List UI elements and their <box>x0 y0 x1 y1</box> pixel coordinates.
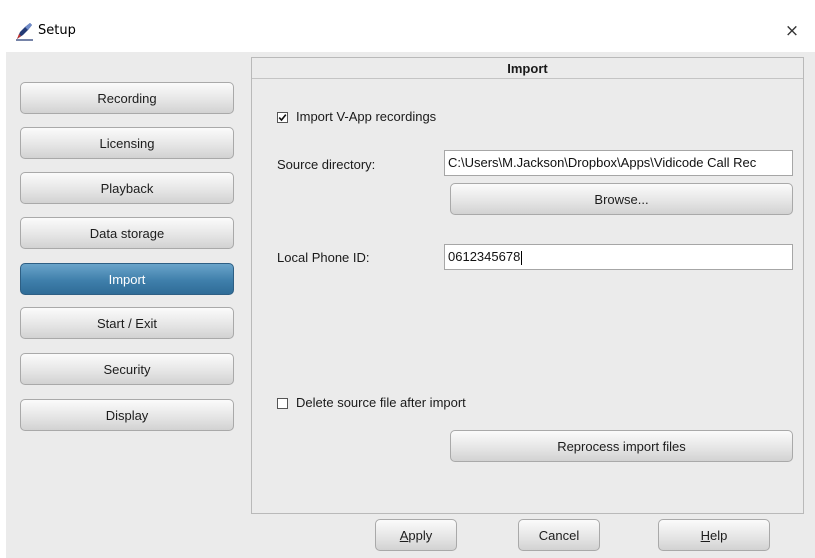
app-logo-icon <box>15 21 35 41</box>
source-directory-input[interactable]: C:\Users\M.Jackson\Dropbox\Apps\Vidicode… <box>444 150 793 176</box>
nav-display-button[interactable]: Display <box>20 399 234 431</box>
delete-source-label: Delete source file after import <box>296 395 466 410</box>
local-phone-id-label: Local Phone ID: <box>277 250 370 265</box>
nav-import-button[interactable]: Import <box>20 263 234 295</box>
delete-source-checkbox[interactable] <box>277 398 288 409</box>
help-button[interactable]: Help <box>658 519 770 551</box>
import-settings-panel: Import Import V-App recordings Source di… <box>251 57 804 514</box>
local-phone-id-input[interactable]: 0612345678 <box>444 244 793 270</box>
window-title: Setup <box>38 23 76 38</box>
nav-start-exit-button[interactable]: Start / Exit <box>20 307 234 339</box>
close-icon[interactable]: × <box>779 18 805 44</box>
panel-divider <box>252 78 803 79</box>
nav-licensing-button[interactable]: Licensing <box>20 127 234 159</box>
nav-recording-button[interactable]: Recording <box>20 82 234 114</box>
browse-button[interactable]: Browse... <box>450 183 793 215</box>
title-bar: Setup × <box>0 12 815 52</box>
reprocess-import-files-button[interactable]: Reprocess import files <box>450 430 793 462</box>
nav-data-storage-button[interactable]: Data storage <box>20 217 234 249</box>
setup-client-area: Recording Licensing Playback Data storag… <box>6 52 815 558</box>
text-caret <box>521 250 523 265</box>
help-label-rest: elp <box>710 528 728 543</box>
import-vapp-checkbox[interactable] <box>277 112 288 123</box>
import-vapp-label: Import V-App recordings <box>296 109 437 124</box>
help-mnemonic: H <box>700 528 711 543</box>
local-phone-id-value: 0612345678 <box>448 249 521 264</box>
panel-title: Import <box>507 61 548 76</box>
apply-label-rest: pply <box>408 528 433 543</box>
checkmark-icon <box>278 114 287 122</box>
nav-security-button[interactable]: Security <box>20 353 234 385</box>
source-directory-label: Source directory: <box>277 157 376 172</box>
nav-playback-button[interactable]: Playback <box>20 172 234 204</box>
apply-button[interactable]: Apply <box>375 519 457 551</box>
cancel-button[interactable]: Cancel <box>518 519 600 551</box>
